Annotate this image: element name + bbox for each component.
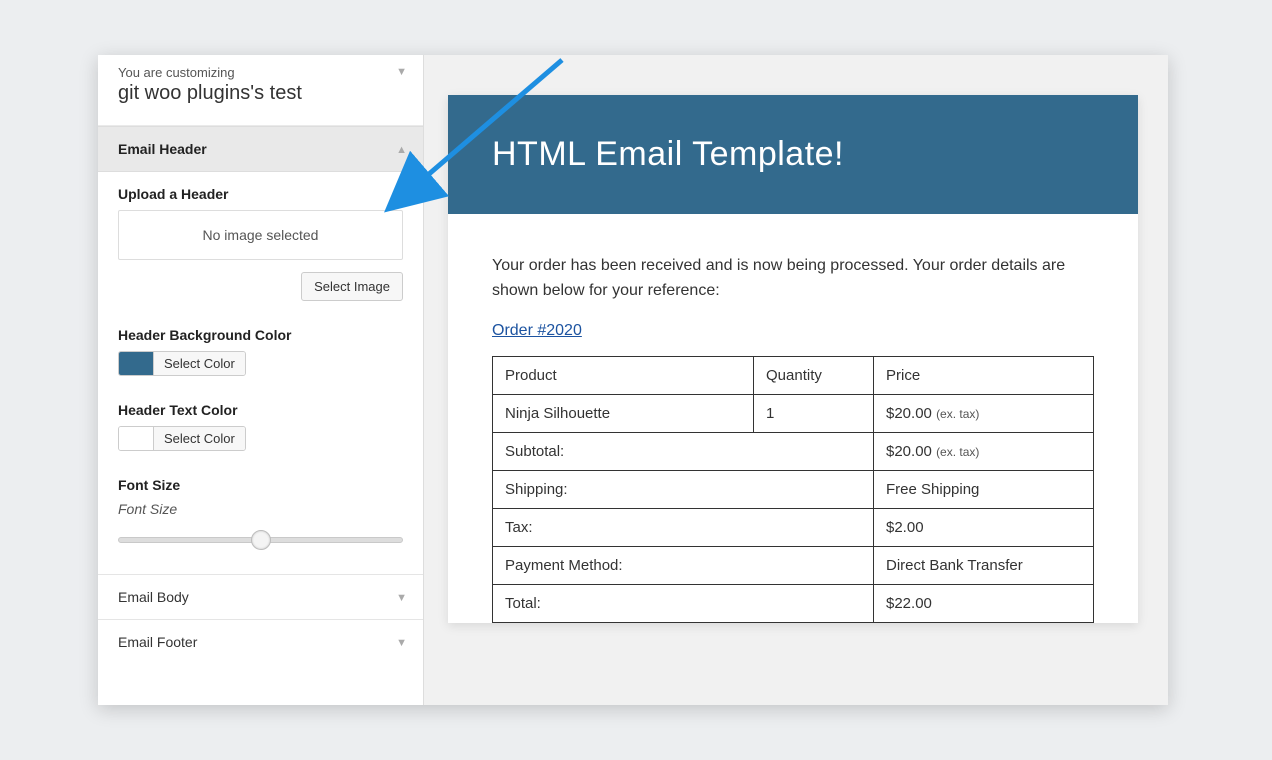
email-template: HTML Email Template! Your order has been…	[448, 95, 1138, 623]
header-bg-swatch	[119, 352, 153, 375]
total-row: Total: $22.00	[493, 584, 1094, 622]
tax-value: $2.00	[874, 508, 1094, 546]
email-header-block: HTML Email Template!	[448, 95, 1138, 214]
customizer-sidebar: You are customizing git woo plugins's te…	[98, 55, 424, 705]
customizer-header: You are customizing git woo plugins's te…	[98, 55, 423, 126]
order-table: Product Quantity Price Ninja Silhouette …	[492, 356, 1094, 623]
subtotal-row: Subtotal: $20.00 (ex. tax)	[493, 432, 1094, 470]
header-bg-color-label: Header Background Color	[118, 327, 403, 343]
payment-value: Direct Bank Transfer	[874, 546, 1094, 584]
table-header-row: Product Quantity Price	[493, 356, 1094, 394]
item-price-value: $20.00	[886, 405, 932, 422]
item-price-note: (ex. tax)	[936, 407, 979, 421]
subtotal-value: $20.00	[886, 443, 932, 460]
section-email-footer-title: Email Footer	[118, 634, 197, 650]
section-email-header-title: Email Header	[118, 141, 207, 157]
total-value: $22.00	[874, 584, 1094, 622]
subtotal-value-cell: $20.00 (ex. tax)	[874, 432, 1094, 470]
caret-up-icon: ▲	[396, 145, 407, 156]
header-bg-color-picker[interactable]: Select Color	[118, 351, 246, 376]
item-qty: 1	[754, 394, 874, 432]
subtotal-note: (ex. tax)	[936, 445, 979, 459]
select-image-button[interactable]: Select Image	[301, 272, 403, 301]
font-size-slider[interactable]	[118, 537, 403, 543]
item-price: $20.00 (ex. tax)	[874, 394, 1094, 432]
col-price: Price	[874, 356, 1094, 394]
caret-down-icon: ▼	[396, 593, 407, 604]
font-size-sublabel: Font Size	[118, 501, 403, 517]
payment-label: Payment Method:	[493, 546, 874, 584]
caret-down-icon: ▼	[396, 638, 407, 649]
col-product: Product	[493, 356, 754, 394]
section-email-header-body: Upload a Header No image selected Select…	[98, 172, 423, 574]
header-text-swatch	[119, 427, 153, 450]
customizing-label: You are customizing	[118, 65, 388, 80]
payment-row: Payment Method: Direct Bank Transfer	[493, 546, 1094, 584]
tax-label: Tax:	[493, 508, 874, 546]
subtotal-label: Subtotal:	[493, 432, 874, 470]
section-email-footer[interactable]: Email Footer ▼	[98, 619, 423, 664]
header-text-color-picker[interactable]: Select Color	[118, 426, 246, 451]
email-intro-text: Your order has been received and is now …	[492, 254, 1094, 304]
shipping-value: Free Shipping	[874, 470, 1094, 508]
item-name: Ninja Silhouette	[493, 394, 754, 432]
header-bg-select-color-button[interactable]: Select Color	[153, 352, 245, 375]
total-label: Total:	[493, 584, 874, 622]
shipping-row: Shipping: Free Shipping	[493, 470, 1094, 508]
font-size-label: Font Size	[118, 477, 403, 493]
shipping-label: Shipping:	[493, 470, 874, 508]
site-title: git woo plugins's test	[118, 82, 388, 105]
upload-dropzone[interactable]: No image selected	[118, 210, 403, 260]
section-email-body[interactable]: Email Body ▼	[98, 574, 423, 619]
email-preview-pane: HTML Email Template! Your order has been…	[424, 55, 1168, 705]
tax-row: Tax: $2.00	[493, 508, 1094, 546]
section-email-body-title: Email Body	[118, 589, 189, 605]
customizer-app: You are customizing git woo plugins's te…	[98, 55, 1168, 705]
collapse-panel-icon[interactable]: ▼	[396, 67, 407, 78]
header-text-select-color-button[interactable]: Select Color	[153, 427, 245, 450]
header-text-color-label: Header Text Color	[118, 402, 403, 418]
email-body-block: Your order has been received and is now …	[448, 214, 1138, 623]
table-item-row: Ninja Silhouette 1 $20.00 (ex. tax)	[493, 394, 1094, 432]
order-link[interactable]: Order #2020	[492, 322, 582, 340]
email-header-title: HTML Email Template!	[492, 135, 1094, 174]
col-quantity: Quantity	[754, 356, 874, 394]
upload-header-label: Upload a Header	[118, 186, 403, 202]
section-email-header[interactable]: Email Header ▲	[98, 126, 423, 172]
